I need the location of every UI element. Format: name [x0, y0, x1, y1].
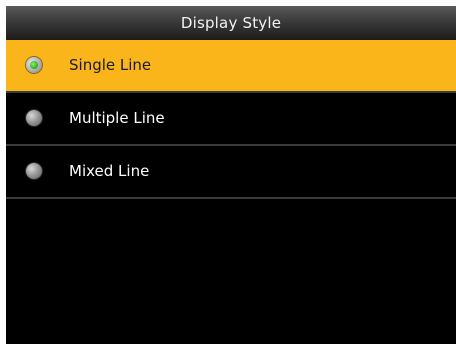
radio-unselected-icon[interactable]	[26, 163, 42, 179]
option-single-line[interactable]: Single Line	[6, 40, 456, 93]
option-multiple-line[interactable]: Multiple Line	[6, 93, 456, 146]
option-label: Single Line	[69, 56, 152, 74]
option-label: Multiple Line	[69, 109, 165, 127]
radio-dot-icon	[30, 61, 38, 69]
display-style-options: Single Line Multiple Line Mixed Line	[6, 40, 456, 199]
radio-unselected-icon[interactable]	[26, 110, 42, 126]
screenshot: Display Style Single Line Multiple Line …	[0, 0, 456, 349]
radio-selected-icon[interactable]	[26, 57, 42, 73]
device-screen: Display Style Single Line Multiple Line …	[6, 6, 456, 344]
option-label: Mixed Line	[69, 162, 150, 180]
option-mixed-line[interactable]: Mixed Line	[6, 146, 456, 199]
page-title: Display Style	[6, 6, 456, 40]
